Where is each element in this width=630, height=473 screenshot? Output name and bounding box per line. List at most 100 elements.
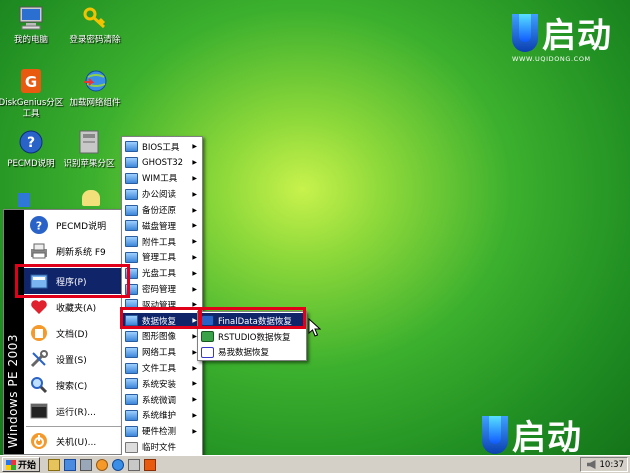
quicklaunch-explorer-icon[interactable] <box>48 458 61 471</box>
desktop-icon-load-network[interactable]: 加载网络组件 <box>62 66 128 109</box>
start-item-documents[interactable]: 文档(D) ▸ <box>24 320 131 346</box>
refresh-icon <box>28 240 50 262</box>
programs-item[interactable]: 硬件检测 ▶ <box>122 423 202 439</box>
key-icon <box>80 3 110 33</box>
start-item-search[interactable]: 搜索(C) ▸ <box>24 372 131 398</box>
programs-item-label: 附件工具 <box>142 237 177 248</box>
desktop-icon-pecmd-help[interactable]: ? PECMD说明 <box>0 127 64 170</box>
search-icon <box>28 374 50 396</box>
programs-item[interactable]: 文件工具 ▶ <box>122 360 202 376</box>
highlight-box-data-recovery <box>120 307 202 329</box>
highlight-box-finaldata <box>198 307 306 329</box>
favorites-icon <box>28 296 50 318</box>
programs-item-label: 管理工具 <box>142 253 177 264</box>
folder-icon <box>125 425 138 437</box>
programs-item[interactable]: 临时文件 <box>122 439 202 455</box>
desktop-icon-password-clear[interactable]: 登录密码清除 <box>62 3 128 46</box>
submenu-arrow-icon: ▶ <box>192 380 197 388</box>
programs-item[interactable]: 附件工具 ▶ <box>122 234 202 250</box>
highlight-box-programs <box>15 264 130 298</box>
submenu-arrow-icon: ▶ <box>192 174 197 182</box>
programs-item[interactable]: 系统安装 ▶ <box>122 376 202 392</box>
programs-item[interactable]: 光盘工具 ▶ <box>122 265 202 281</box>
data-recovery-item[interactable]: RSTUDIO数据恢复 <box>198 329 306 345</box>
programs-item-label: 文件工具 <box>142 364 177 375</box>
network-globe-icon <box>80 66 110 96</box>
quicklaunch-browser-icon[interactable] <box>96 458 109 471</box>
start-button[interactable]: 开始 <box>2 457 41 472</box>
programs-item[interactable]: BIOS工具 ▶ <box>122 139 202 155</box>
taskbar: 开始 10:37 <box>0 455 630 473</box>
rstudio-icon <box>201 331 214 343</box>
programs-item[interactable]: 管理工具 ▶ <box>122 250 202 266</box>
quicklaunch-settings-icon[interactable] <box>80 458 93 471</box>
programs-item-label: 密码管理 <box>142 285 177 296</box>
start-item-shutdown[interactable]: 关机(U)... <box>24 428 131 454</box>
programs-item[interactable]: WIM工具 ▶ <box>122 171 202 187</box>
quicklaunch-app-icon[interactable] <box>144 458 157 471</box>
submenu-arrow-icon: ▶ <box>192 427 197 435</box>
run-icon <box>28 400 50 422</box>
start-item-run[interactable]: 运行(R)... <box>24 398 131 424</box>
svg-text:G: G <box>25 73 37 91</box>
submenu-arrow-icon: ▶ <box>192 285 197 293</box>
folder-icon <box>125 251 138 263</box>
quicklaunch-disk-icon[interactable] <box>128 458 141 471</box>
submenu-arrow-icon: ▶ <box>192 396 197 404</box>
programs-item-label: 临时文件 <box>142 443 177 454</box>
programs-item[interactable]: 系统微调 ▶ <box>122 392 202 408</box>
desktop-icon-my-computer[interactable]: 我的电脑 <box>0 3 64 46</box>
programs-item-label: 办公阅读 <box>142 190 177 201</box>
quicklaunch-network-icon[interactable] <box>112 458 125 471</box>
uqidong-logo-top: 启动 WWW.UQIDONG.COM <box>512 8 612 63</box>
programs-item[interactable]: 图形图像 ▶ <box>122 329 202 345</box>
folder-icon <box>125 378 138 390</box>
speaker-icon[interactable] <box>586 460 596 469</box>
submenu-arrow-icon: ▶ <box>192 222 197 230</box>
diskgenius-icon: G <box>16 66 46 96</box>
programs-item-label: BIOS工具 <box>142 142 180 153</box>
desktop-icon-diskgenius[interactable]: G DiskGenius分区 工具 <box>0 66 64 120</box>
start-menu: Windows PE 2003 ? PECMD说明 刷新系统 F9 程序(P) … <box>3 209 131 455</box>
programs-item[interactable]: 密码管理 ▶ <box>122 281 202 297</box>
programs-item[interactable]: 备份还原 ▶ <box>122 202 202 218</box>
programs-item-label: GHOST32 <box>142 157 184 168</box>
quicklaunch-tool-icon[interactable] <box>64 458 77 471</box>
data-recovery-item[interactable]: 易我数据恢复 <box>198 345 306 361</box>
folder-icon <box>125 330 138 342</box>
programs-item-label: 图形图像 <box>142 332 177 343</box>
clock[interactable]: 10:37 <box>600 460 625 470</box>
system-tray: 10:37 <box>580 457 628 472</box>
folder-icon <box>125 362 138 374</box>
easeus-icon <box>201 346 214 358</box>
data-recovery-item-label: RSTUDIO数据恢复 <box>218 332 291 343</box>
computer-icon <box>16 3 46 33</box>
programs-item-label: 硬件检测 <box>142 427 177 438</box>
folder-icon <box>125 236 138 248</box>
start-item-settings[interactable]: 设置(S) ▸ <box>24 346 131 372</box>
programs-item-label: 系统维护 <box>142 411 177 422</box>
folder-icon <box>125 188 138 200</box>
desktop-icon-partial <box>18 193 30 207</box>
folder-icon <box>125 172 138 184</box>
start-item-refresh[interactable]: 刷新系统 F9 <box>24 238 131 264</box>
programs-item-label: 系统微调 <box>142 395 177 406</box>
desktop-icon-apple-partition[interactable]: 识别苹果分区 <box>56 127 122 170</box>
programs-item[interactable]: 磁盘管理 ▶ <box>122 218 202 234</box>
folder-icon <box>125 204 138 216</box>
programs-item-label: WIM工具 <box>142 174 178 185</box>
svg-text:?: ? <box>36 220 42 233</box>
programs-item[interactable]: 办公阅读 ▶ <box>122 186 202 202</box>
documents-icon <box>28 322 50 344</box>
start-item-pecmd-help[interactable]: ? PECMD说明 <box>24 212 131 238</box>
submenu-arrow-icon: ▶ <box>192 238 197 246</box>
submenu-arrow-icon: ▶ <box>192 253 197 261</box>
folder-icon <box>125 157 138 169</box>
desktop-icon-partial-2 <box>82 190 100 206</box>
programs-item[interactable]: GHOST32 ▶ <box>122 155 202 171</box>
submenu-arrow-icon: ▶ <box>192 159 197 167</box>
programs-item[interactable]: 系统维护 ▶ <box>122 408 202 424</box>
folder-icon <box>125 220 138 232</box>
programs-item[interactable]: 网络工具 ▶ <box>122 344 202 360</box>
programs-item-label: 系统安装 <box>142 379 177 390</box>
